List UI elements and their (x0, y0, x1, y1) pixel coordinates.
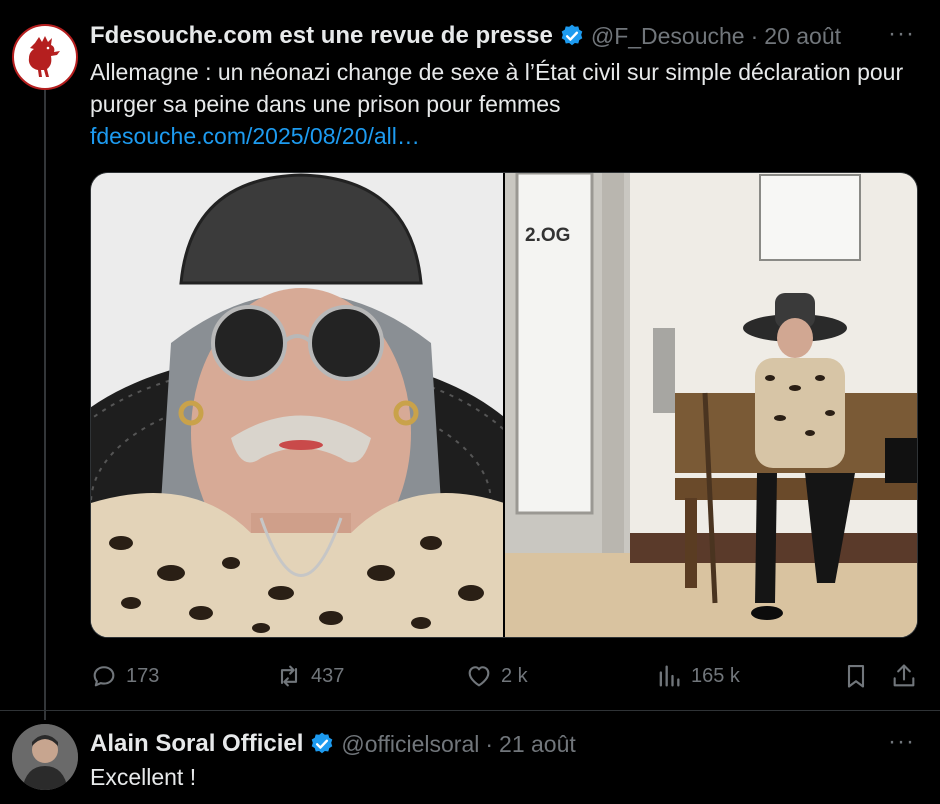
fdesouche-avatar[interactable] (12, 24, 78, 90)
tweet2-header: Alain Soral Officiel @officielsoral · 21… (90, 730, 576, 758)
tweet2-author-name[interactable]: Alain Soral Officiel (90, 730, 303, 758)
verified-badge-icon (561, 24, 583, 46)
tweet1-handle[interactable]: @F_Desouche (591, 23, 745, 50)
verified-badge-icon (312, 732, 333, 754)
photo-bench-scene[interactable]: 2.OG (505, 173, 917, 637)
tweet2-separator: · (485, 730, 494, 757)
reply-count: 173 (126, 664, 160, 687)
tweet1-media[interactable]: 2.OG (90, 172, 918, 638)
photo-portrait[interactable] (91, 173, 503, 637)
tweet-divider (0, 710, 940, 711)
heart-icon (468, 666, 490, 687)
rooster-logo-icon (28, 36, 60, 77)
like-button[interactable]: 2 k (465, 656, 528, 696)
share-button[interactable] (890, 656, 926, 696)
share-icon (893, 664, 915, 687)
tweet1-separator: · (750, 22, 759, 49)
tweet1-author-name[interactable]: Fdesouche.com est une revue de presse (90, 22, 553, 50)
tweet1-text-block: Allemagne : un néonazi change de sexe à … (90, 56, 920, 152)
views-button[interactable]: 165 k (655, 656, 740, 696)
repost-icon (280, 665, 298, 687)
repost-count: 437 (311, 664, 345, 687)
views-chart-icon (659, 665, 680, 687)
repost-button[interactable]: 437 (275, 656, 344, 696)
bookmark-button[interactable] (842, 656, 878, 696)
tweet1-link[interactable]: fdesouche.com/2025/08/20/all… (90, 123, 420, 149)
like-count: 2 k (501, 664, 528, 687)
portrait-illustration (91, 173, 503, 637)
views-count: 165 k (691, 664, 740, 687)
tweet2-more-button[interactable]: ··· (888, 728, 915, 756)
reply-icon (93, 666, 115, 687)
floor-sign-text: 2.OG (525, 225, 571, 246)
tweet1-more-button[interactable]: ··· (888, 20, 915, 48)
profile-photo-icon (12, 724, 78, 790)
tweet2-date[interactable]: 21 août (499, 731, 576, 758)
tweet1-header: Fdesouche.com est une revue de presse @F… (90, 22, 841, 50)
thread-connector-line (44, 88, 46, 720)
bookmark-icon (847, 665, 865, 688)
reply-button[interactable]: 173 (90, 656, 159, 696)
tweet1-text: Allemagne : un néonazi change de sexe à … (90, 59, 904, 117)
tweet2-text: Excellent ! (90, 764, 197, 790)
tweet2-handle[interactable]: @officielsoral (341, 731, 479, 758)
officielsoral-avatar[interactable] (12, 724, 78, 790)
tweet1-action-bar: 173 437 2 k 165 k (90, 656, 920, 696)
tweet1-date[interactable]: 20 août (764, 23, 841, 50)
